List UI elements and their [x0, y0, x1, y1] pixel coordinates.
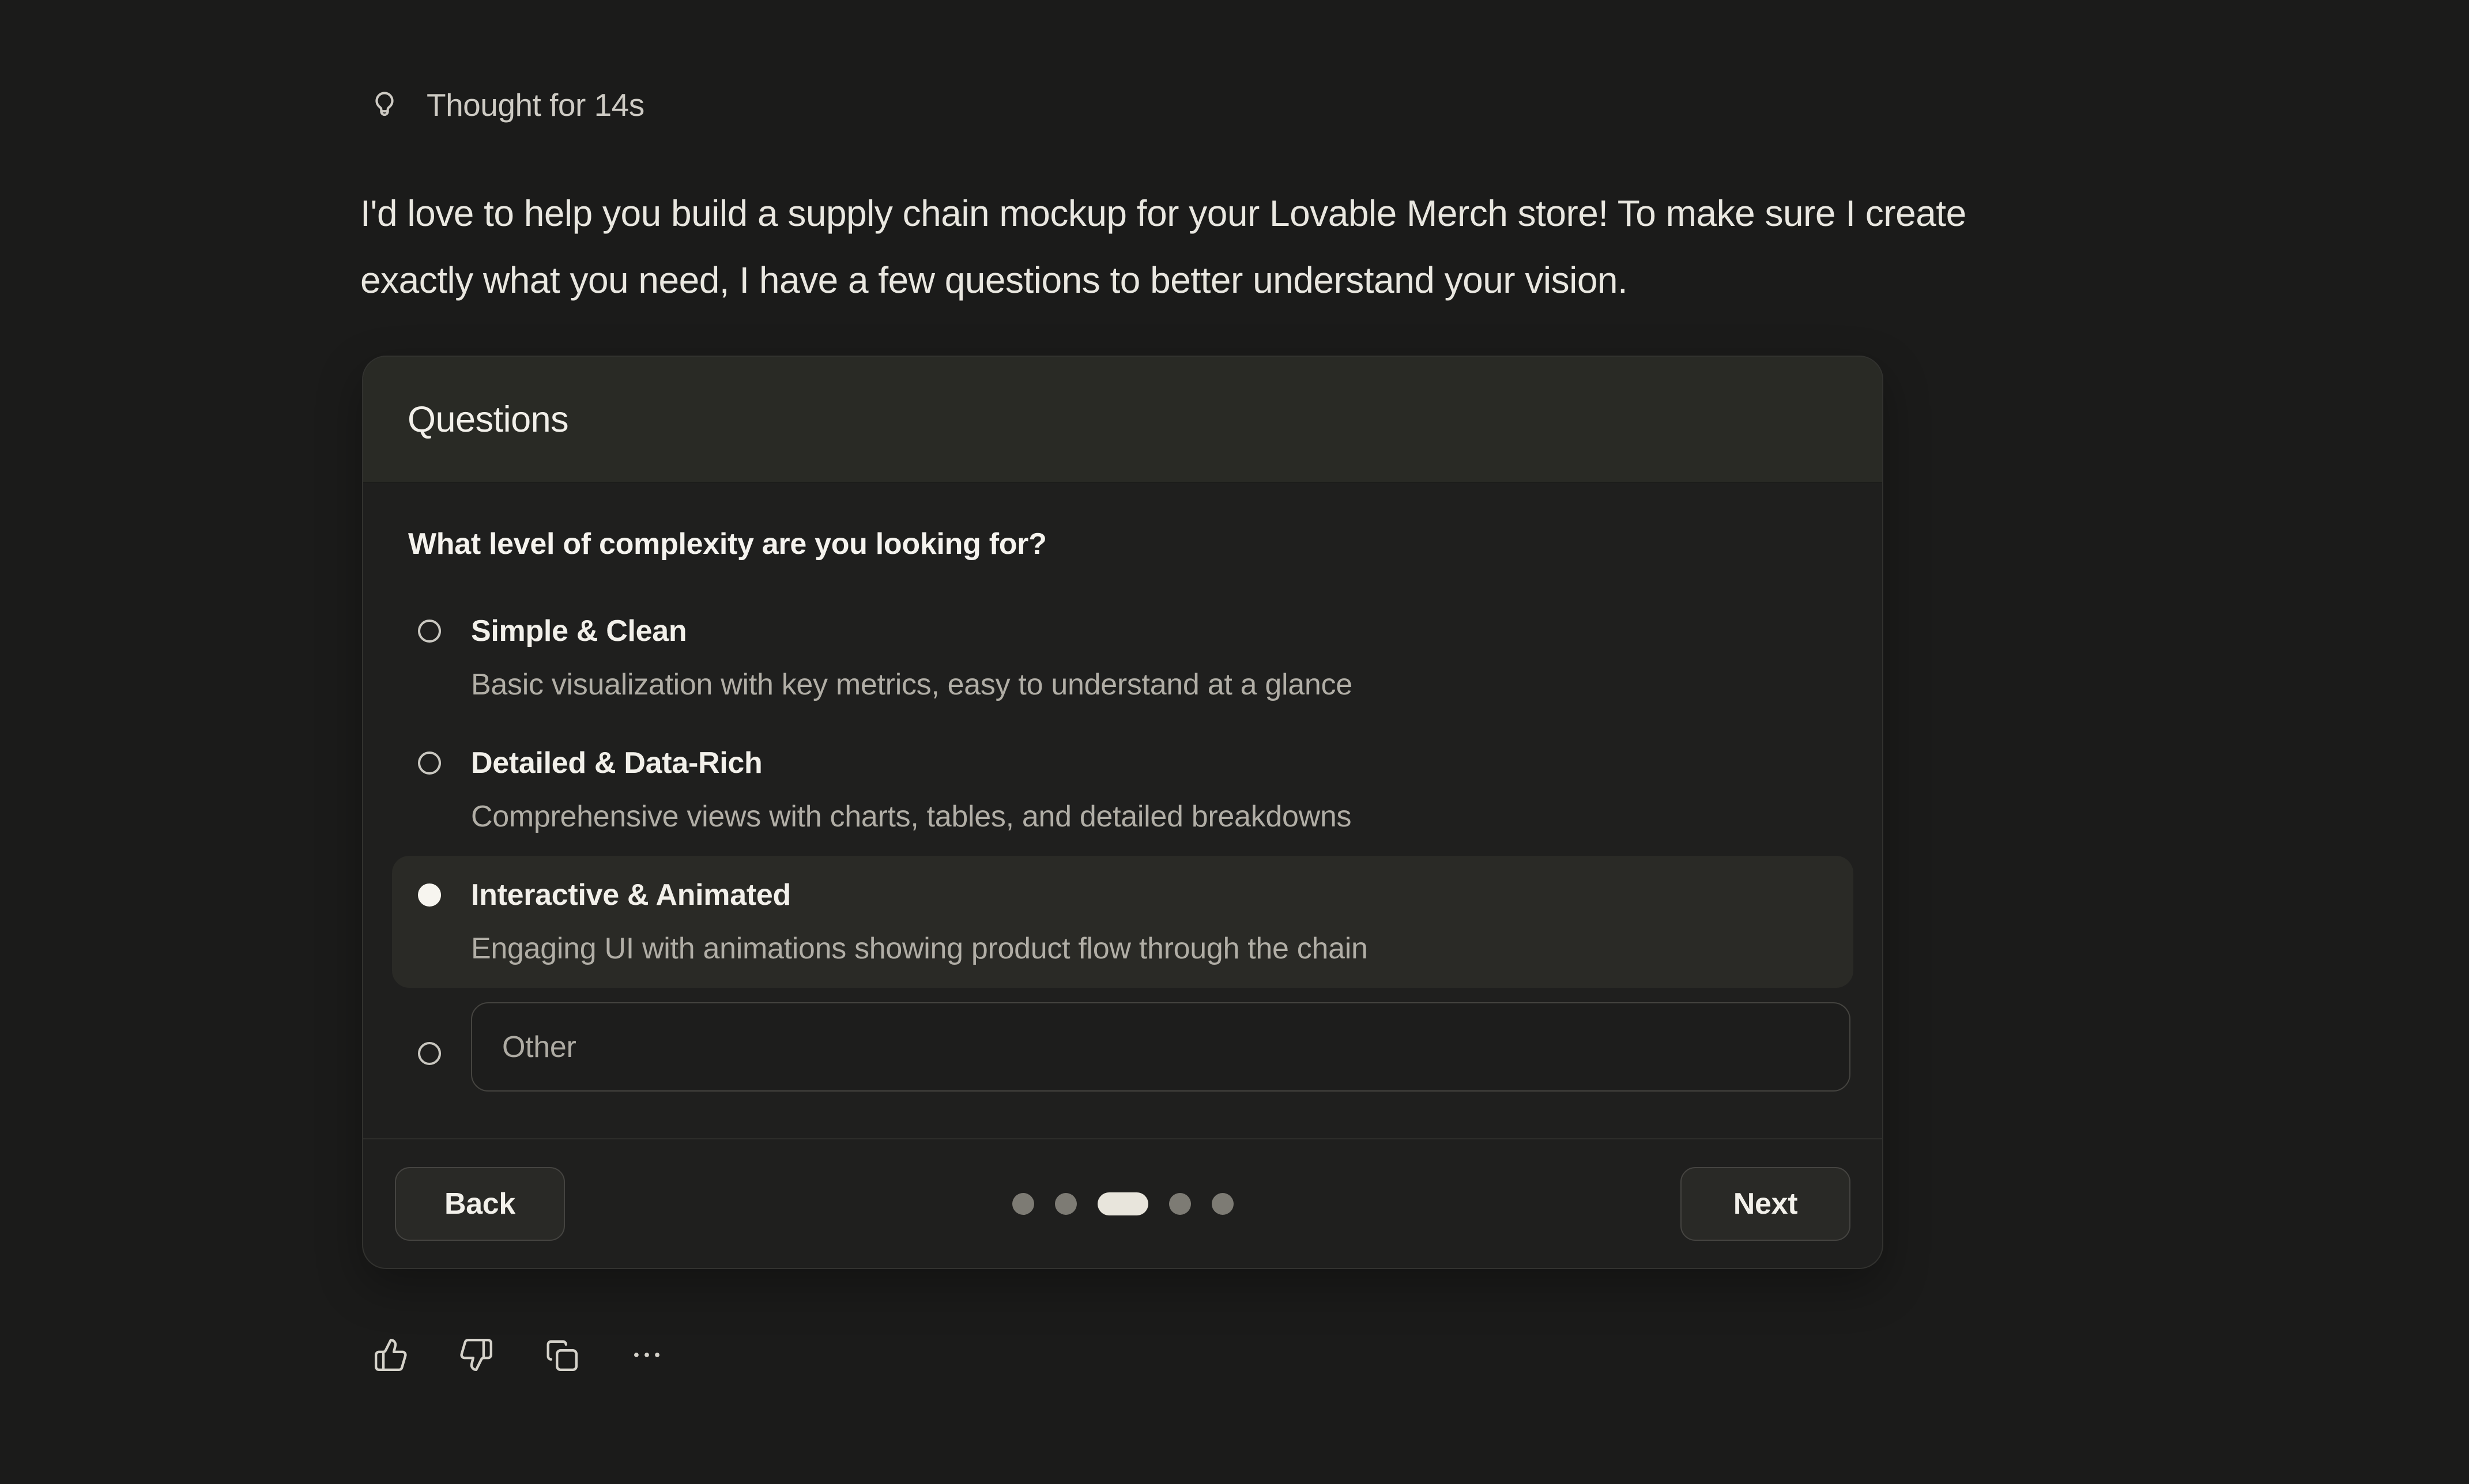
- option-description: Comprehensive views with charts, tables,…: [471, 792, 1351, 841]
- questions-card: Questions What level of complexity are y…: [362, 356, 1883, 1269]
- option-detailed-data-rich[interactable]: Detailed & Data-Rich Comprehensive views…: [392, 724, 1853, 856]
- option-simple-clean[interactable]: Simple & Clean Basic visualization with …: [392, 592, 1853, 724]
- option-interactive-animated[interactable]: Interactive & Animated Engaging UI with …: [392, 856, 1853, 988]
- pagination-dot[interactable]: [1012, 1193, 1034, 1215]
- question-title: What level of complexity are you looking…: [408, 528, 1837, 560]
- pagination-dot[interactable]: [1212, 1193, 1234, 1215]
- radio-icon-selected[interactable]: [418, 883, 441, 907]
- thumbs-down-button[interactable]: [458, 1337, 494, 1373]
- option-texts: Simple & Clean Basic visualization with …: [471, 606, 1352, 709]
- radio-icon[interactable]: [418, 752, 441, 775]
- option-texts: Interactive & Animated Engaging UI with …: [471, 870, 1368, 973]
- other-option-input[interactable]: [471, 1002, 1850, 1092]
- copy-icon: [544, 1337, 579, 1373]
- pagination-dot[interactable]: [1169, 1193, 1191, 1215]
- option-other[interactable]: [392, 988, 1853, 1106]
- thought-label: Thought for 14s: [427, 86, 644, 123]
- copy-button[interactable]: [544, 1337, 579, 1373]
- pagination-dot[interactable]: [1055, 1193, 1077, 1215]
- card-footer: Back Next: [363, 1138, 1882, 1268]
- radio-icon[interactable]: [418, 620, 441, 643]
- more-options-button[interactable]: [629, 1337, 665, 1373]
- option-description: Basic visualization with key metrics, ea…: [471, 660, 1352, 709]
- message-actions: [373, 1337, 665, 1373]
- option-label: Interactive & Animated: [471, 870, 1368, 920]
- option-label: Detailed & Data-Rich: [471, 738, 1351, 788]
- radio-icon[interactable]: [418, 1042, 441, 1065]
- message-line: exactly what you need, I have a few ques…: [360, 247, 2320, 314]
- lightbulb-icon: [368, 88, 401, 122]
- message-line: I'd love to help you build a supply chai…: [360, 180, 2320, 247]
- next-button[interactable]: Next: [1680, 1167, 1850, 1241]
- option-description: Engaging UI with animations showing prod…: [471, 924, 1368, 973]
- thumbs-down-icon: [458, 1337, 494, 1373]
- card-title: Questions: [408, 399, 568, 440]
- ellipsis-icon: [629, 1337, 665, 1373]
- option-texts: Detailed & Data-Rich Comprehensive views…: [471, 738, 1351, 841]
- pagination-dot-active[interactable]: [1098, 1192, 1148, 1215]
- thumbs-up-icon: [373, 1337, 409, 1373]
- option-label: Simple & Clean: [471, 606, 1352, 656]
- card-header: Questions: [363, 357, 1882, 483]
- thumbs-up-button[interactable]: [373, 1337, 409, 1373]
- pagination-dots: [1012, 1192, 1234, 1215]
- card-body: What level of complexity are you looking…: [363, 483, 1882, 1106]
- thought-row[interactable]: Thought for 14s: [368, 86, 644, 123]
- assistant-message: I'd love to help you build a supply chai…: [360, 180, 2320, 314]
- back-button[interactable]: Back: [395, 1167, 565, 1241]
